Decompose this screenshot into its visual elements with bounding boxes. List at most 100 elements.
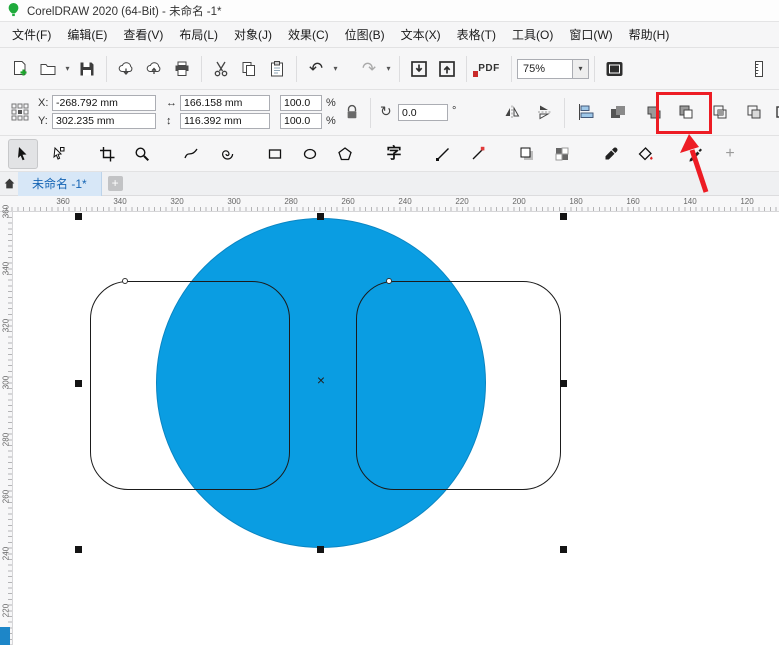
save-button[interactable] bbox=[73, 55, 101, 83]
paste-button[interactable] bbox=[263, 55, 291, 83]
menu-table[interactable]: 表格(T) bbox=[449, 22, 504, 47]
publish-pdf-button[interactable]: PDF bbox=[472, 55, 506, 83]
export-button[interactable] bbox=[433, 55, 461, 83]
undo-dropdown-icon[interactable]: ▾ bbox=[330, 64, 341, 73]
hruler-number: 260 bbox=[336, 197, 360, 206]
hruler-number: 340 bbox=[108, 197, 132, 206]
menu-object[interactable]: 对象(J) bbox=[226, 22, 280, 47]
scale-x-input[interactable] bbox=[280, 95, 322, 111]
drop-shadow-tool[interactable] bbox=[512, 139, 542, 169]
standard-toolbar: ▾ ↶ ▾ ↷ ▾ bbox=[0, 48, 779, 90]
x-label: X: bbox=[38, 97, 48, 109]
color-eyedropper-tool[interactable] bbox=[596, 139, 626, 169]
object-x-position-input[interactable] bbox=[52, 95, 156, 111]
print-button[interactable] bbox=[168, 55, 196, 83]
document-tab-active[interactable]: 未命名 -1* bbox=[18, 172, 102, 196]
show-rulers-button[interactable] bbox=[745, 55, 773, 83]
menu-help[interactable]: 帮助(H) bbox=[621, 22, 678, 47]
welcome-screen-button[interactable] bbox=[0, 172, 18, 196]
menu-edit[interactable]: 编辑(E) bbox=[59, 22, 115, 47]
object-origin-selector[interactable] bbox=[6, 98, 34, 126]
menu-text[interactable]: 文本(X) bbox=[393, 22, 449, 47]
cut-button[interactable] bbox=[207, 55, 235, 83]
redo-dropdown-icon[interactable]: ▾ bbox=[383, 64, 394, 73]
pick-tool[interactable] bbox=[8, 139, 38, 169]
menu-effects[interactable]: 效果(C) bbox=[280, 22, 337, 47]
horizontal-ruler[interactable]: 360 340 320 300 280 260 240 220 200 180 … bbox=[0, 196, 779, 212]
weld-button[interactable] bbox=[640, 98, 668, 126]
zoom-dropdown-icon[interactable]: ▾ bbox=[573, 59, 589, 79]
object-width-input[interactable] bbox=[180, 95, 270, 111]
artistic-media-tool[interactable] bbox=[211, 139, 241, 169]
menu-tools[interactable]: 工具(O) bbox=[504, 22, 561, 47]
menu-bitmaps[interactable]: 位图(B) bbox=[337, 22, 393, 47]
transparency-tool[interactable] bbox=[547, 139, 577, 169]
zoom-level-combobox[interactable]: 75% bbox=[517, 59, 573, 79]
selection-handle-middle-right[interactable] bbox=[560, 380, 567, 387]
zoom-level-value: 75% bbox=[523, 63, 545, 75]
mirror-horizontal-button[interactable] bbox=[498, 98, 526, 126]
rotation-angle-input[interactable] bbox=[398, 104, 448, 121]
interactive-fill-tool[interactable] bbox=[631, 139, 661, 169]
menu-file[interactable]: 文件(F) bbox=[4, 22, 59, 47]
text-tool[interactable]: 字 bbox=[379, 139, 409, 169]
cloud-download-button[interactable] bbox=[112, 55, 140, 83]
freehand-tool[interactable] bbox=[176, 139, 206, 169]
object-height-icon: ↕ bbox=[166, 115, 172, 127]
vruler-number: 260 bbox=[2, 487, 11, 507]
menu-window[interactable]: 窗口(W) bbox=[561, 22, 620, 47]
two-point-line-tool[interactable] bbox=[428, 139, 458, 169]
more-tools-button[interactable]: + bbox=[715, 139, 745, 169]
rectangle-tool[interactable] bbox=[260, 139, 290, 169]
mirror-vertical-button[interactable] bbox=[530, 98, 558, 126]
selection-handle-bottom-center[interactable] bbox=[317, 546, 324, 553]
trim-button[interactable] bbox=[672, 98, 700, 126]
rounded-rectangle-right[interactable] bbox=[356, 281, 561, 490]
selection-handle-bottom-right[interactable] bbox=[560, 546, 567, 553]
copy-button[interactable] bbox=[235, 55, 263, 83]
fullscreen-preview-button[interactable] bbox=[600, 55, 628, 83]
vertical-ruler[interactable]: 360 340 320 300 280 260 240 220 bbox=[0, 212, 13, 645]
selection-handle-top-center[interactable] bbox=[317, 213, 324, 220]
import-button[interactable] bbox=[405, 55, 433, 83]
selection-handle-top-right[interactable] bbox=[560, 213, 567, 220]
selection-handle-top-left[interactable] bbox=[75, 213, 82, 220]
new-tab-button[interactable]: + bbox=[108, 176, 123, 191]
new-document-button[interactable] bbox=[6, 55, 34, 83]
crop-tool[interactable] bbox=[92, 139, 122, 169]
cloud-upload-button[interactable] bbox=[140, 55, 168, 83]
polygon-tool[interactable] bbox=[330, 139, 360, 169]
combine-button[interactable] bbox=[604, 98, 632, 126]
zoom-tool[interactable] bbox=[127, 139, 157, 169]
open-dropdown-icon[interactable]: ▾ bbox=[62, 64, 73, 73]
page-navigator-corner[interactable] bbox=[0, 627, 10, 645]
menu-layout[interactable]: 布局(L) bbox=[171, 22, 226, 47]
selection-center-marker[interactable]: × bbox=[314, 373, 328, 387]
rounded-rectangle-left[interactable] bbox=[90, 281, 290, 490]
bezier-tool[interactable] bbox=[463, 139, 493, 169]
document-tabbar: 未命名 -1* + bbox=[0, 172, 779, 196]
lock-ratio-button[interactable] bbox=[342, 98, 362, 128]
align-distribute-button[interactable] bbox=[572, 98, 600, 126]
redo-button[interactable]: ↷ bbox=[355, 55, 383, 83]
hruler-number: 140 bbox=[678, 197, 702, 206]
selection-handle-middle-left[interactable] bbox=[75, 380, 82, 387]
menu-view[interactable]: 查看(V) bbox=[115, 22, 171, 47]
scale-y-input[interactable] bbox=[280, 113, 322, 129]
curve-node[interactable] bbox=[122, 278, 128, 284]
curve-node[interactable] bbox=[386, 278, 392, 284]
shape-tool[interactable] bbox=[43, 139, 73, 169]
object-y-position-input[interactable] bbox=[52, 113, 156, 129]
open-button[interactable] bbox=[34, 55, 62, 83]
menubar: 文件(F) 编辑(E) 查看(V) 布局(L) 对象(J) 效果(C) 位图(B… bbox=[0, 22, 779, 48]
drawing-canvas[interactable]: × bbox=[13, 212, 779, 645]
object-height-input[interactable] bbox=[180, 113, 270, 129]
selection-handle-bottom-left[interactable] bbox=[75, 546, 82, 553]
create-boundary-button[interactable] bbox=[770, 98, 779, 126]
rotation-icon: ↻ bbox=[380, 103, 392, 120]
simplify-button[interactable] bbox=[740, 98, 768, 126]
intersect-button[interactable] bbox=[706, 98, 734, 126]
ellipse-tool[interactable] bbox=[295, 139, 325, 169]
undo-button[interactable]: ↶ bbox=[302, 55, 330, 83]
pen-tool[interactable] bbox=[680, 139, 710, 169]
